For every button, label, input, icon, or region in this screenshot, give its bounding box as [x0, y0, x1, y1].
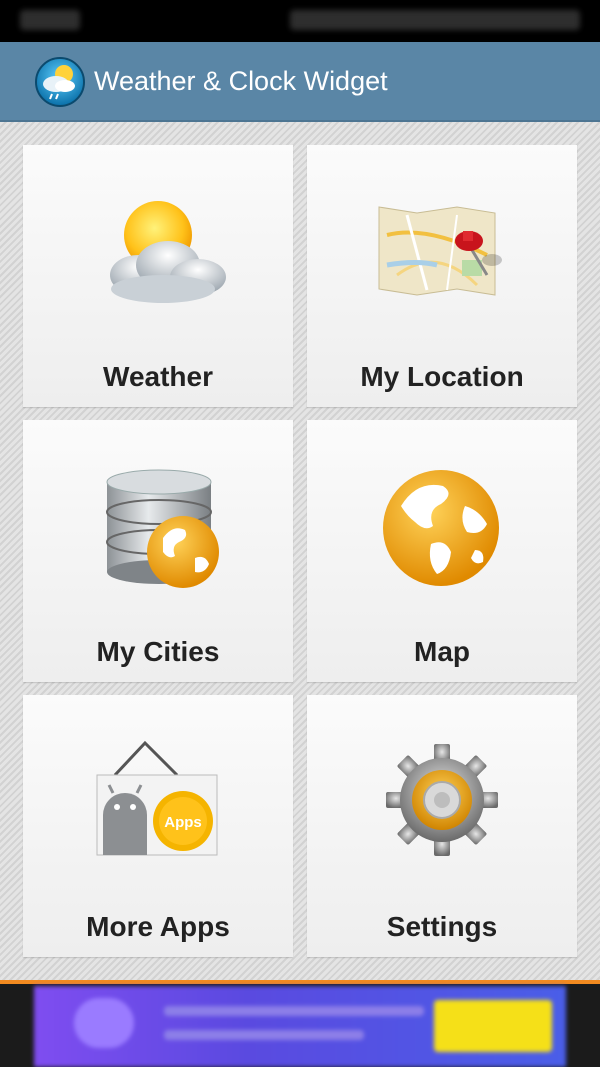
map-tile[interactable]: Map	[307, 420, 577, 682]
more-apps-label: More Apps	[86, 911, 230, 942]
map-label: Map	[414, 636, 470, 667]
apps-badge-text: Apps	[164, 814, 202, 831]
status-system-icons	[290, 10, 580, 30]
dashboard-grid: Weather My Location My Cities Map Apps M…	[0, 122, 600, 980]
app-logo-icon	[35, 57, 85, 107]
status-notification-icons	[20, 10, 80, 30]
my-cities-tile[interactable]: My Cities	[23, 420, 293, 682]
my-location-tile[interactable]: My Location	[307, 145, 577, 407]
status-bar	[0, 0, 600, 42]
weather-label: Weather	[103, 361, 213, 392]
ad-button[interactable]	[434, 1000, 552, 1052]
settings-tile[interactable]: Settings	[307, 695, 577, 957]
map-pin-icon	[378, 206, 502, 296]
ad-text-line	[164, 1006, 424, 1016]
action-bar: Weather & Clock Widget	[0, 42, 600, 122]
settings-label: Settings	[386, 911, 498, 942]
ad-logo	[74, 998, 134, 1048]
weather-tile[interactable]: Weather	[23, 145, 293, 407]
ad-text-line	[164, 1030, 364, 1040]
my-cities-label: My Cities	[96, 636, 220, 667]
more-apps-tile[interactable]: Apps More Apps	[23, 695, 293, 957]
my-location-label: My Location	[360, 361, 524, 392]
database-globe-icon	[106, 469, 219, 588]
globe-icon	[383, 470, 499, 586]
ad-area	[0, 984, 600, 1067]
android-apps-sign-icon: Apps	[96, 740, 218, 856]
ad-banner[interactable]	[34, 986, 566, 1067]
weather-sun-cloud-icon	[110, 201, 226, 303]
app-title: Weather & Clock Widget	[94, 66, 388, 96]
gear-icon	[386, 744, 498, 856]
